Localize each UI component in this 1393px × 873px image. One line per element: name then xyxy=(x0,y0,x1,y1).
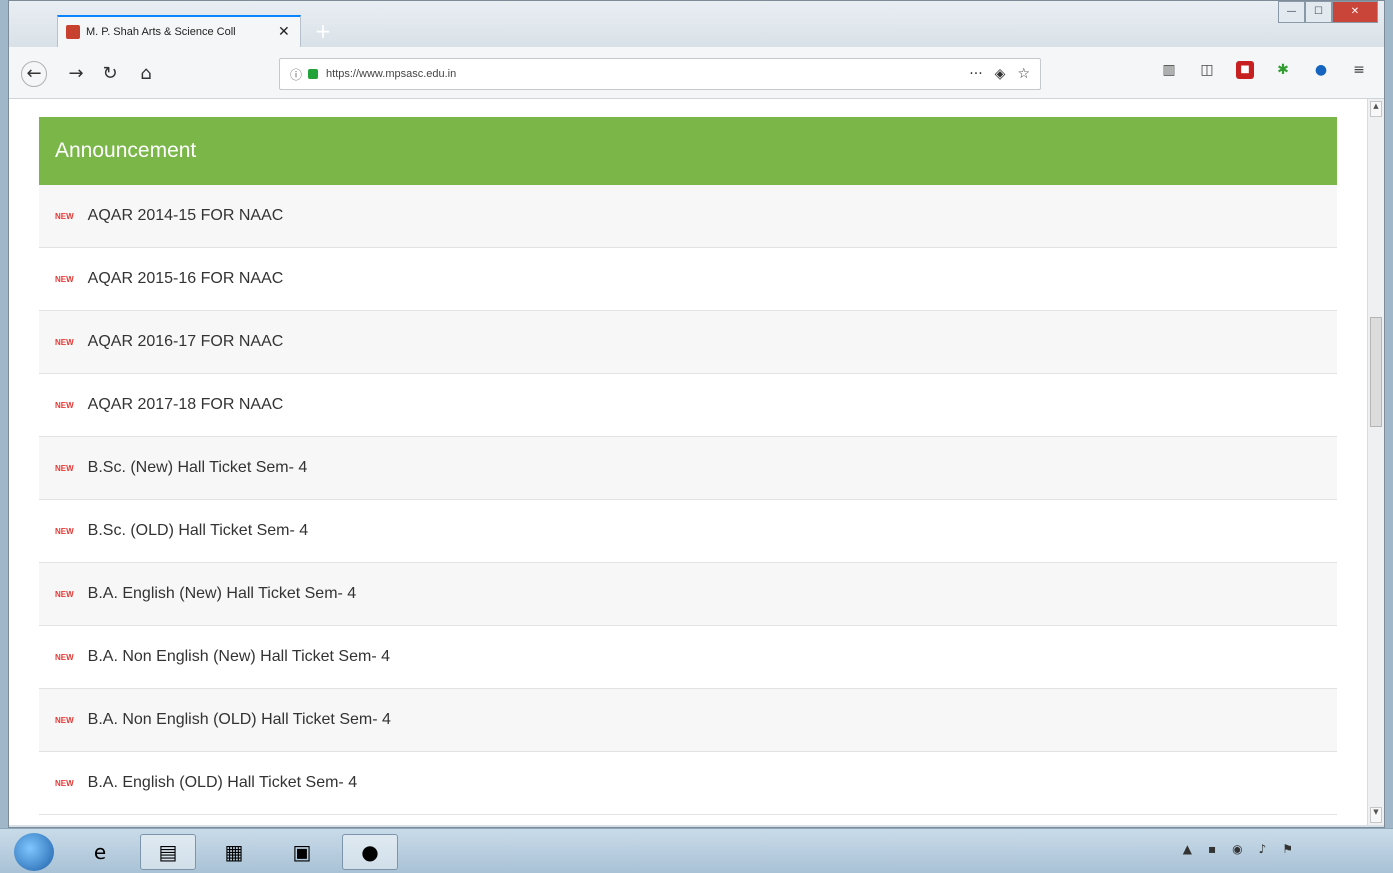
new-badge-icon: NEW xyxy=(55,463,74,473)
new-tab-button[interactable]: + xyxy=(309,19,337,43)
tray-arrow-icon[interactable]: ▲ xyxy=(1183,842,1192,856)
announcement-heading: Announcement xyxy=(39,117,1337,185)
extension-green-icon[interactable]: ✱ xyxy=(1274,61,1292,79)
announcement-panel: Announcement NEW AQAR 2014-15 FOR NAAC NEW… xyxy=(39,117,1337,815)
new-badge-icon: NEW xyxy=(55,211,74,221)
announcement-link[interactable]: AQAR 2016-17 FOR NAAC xyxy=(88,333,284,351)
bookmark-star-icon[interactable]: ☆ xyxy=(1017,66,1030,82)
browser-window: M. P. Shah Arts & Science Coll ✕ + — ☐ ✕… xyxy=(8,0,1385,828)
start-button[interactable] xyxy=(14,833,54,871)
ie-taskbar-icon[interactable]: e xyxy=(72,834,128,870)
browser-tab[interactable]: M. P. Shah Arts & Science Coll ✕ xyxy=(57,15,301,47)
scroll-up-icon[interactable]: ▲ xyxy=(1370,101,1382,117)
announcement-item[interactable]: NEW AQAR 2014-15 FOR NAAC xyxy=(39,185,1337,248)
url-text[interactable]: https://www.mpsasc.edu.in xyxy=(326,68,456,80)
vertical-scrollbar[interactable]: ▲ ▼ xyxy=(1367,99,1384,825)
urlbar-actions: ··· ◈ ☆ xyxy=(969,66,1030,82)
system-tray: ▲ ▪ ◉ ♪ ⚑ xyxy=(1183,842,1293,856)
scroll-down-icon[interactable]: ▼ xyxy=(1370,807,1382,823)
explorer-taskbar-icon[interactable]: ▤ xyxy=(140,834,196,870)
lock-icon[interactable] xyxy=(308,69,319,79)
tab-title: M. P. Shah Arts & Science Coll xyxy=(86,26,236,38)
tray-app-icon[interactable]: ▪ xyxy=(1208,842,1216,856)
navigation-toolbar: ← → ↻ ⌂ ⓘ https://www.mpsasc.edu.in ··· … xyxy=(9,47,1384,99)
announcement-item[interactable]: NEW B.A. Non English (New) Hall Ticket Se… xyxy=(39,626,1337,689)
toolbar-extensions: ▥ ◫ ■ ✱ ● ≡ xyxy=(1160,61,1368,79)
sidebar-icon[interactable]: ◫ xyxy=(1198,61,1216,79)
window-controls: — ☐ ✕ xyxy=(1278,1,1378,23)
announcement-item[interactable]: NEW AQAR 2015-16 FOR NAAC xyxy=(39,248,1337,311)
announcement-link[interactable]: AQAR 2015-16 FOR NAAC xyxy=(88,270,284,288)
announcement-item[interactable]: NEW B.Sc. (New) Hall Ticket Sem- 4 xyxy=(39,437,1337,500)
tray-network-icon[interactable]: ◉ xyxy=(1232,842,1242,856)
announcement-item[interactable]: NEW B.A. English (New) Hall Ticket Sem- 4 xyxy=(39,563,1337,626)
announcement-item[interactable]: NEW B.A. Non English (OLD) Hall Ticket Se… xyxy=(39,689,1337,752)
forward-button[interactable]: → xyxy=(63,61,89,87)
home-button[interactable]: ⌂ xyxy=(133,61,159,87)
tray-volume-icon[interactable]: ♪ xyxy=(1259,842,1267,856)
new-badge-icon: NEW xyxy=(55,274,74,284)
announcement-list: NEW AQAR 2014-15 FOR NAAC NEW AQAR 2015-16 … xyxy=(39,185,1337,815)
address-bar[interactable]: ⓘ https://www.mpsasc.edu.in ··· ◈ ☆ xyxy=(279,58,1041,90)
extension-red-icon[interactable]: ■ xyxy=(1236,61,1254,79)
announcement-link[interactable]: B.A. English (OLD) Hall Ticket Sem- 4 xyxy=(88,774,357,792)
announcement-link[interactable]: AQAR 2014-15 FOR NAAC xyxy=(88,207,284,225)
app-taskbar-icon[interactable]: ▦ xyxy=(206,834,262,870)
tray-flag-icon[interactable]: ⚑ xyxy=(1282,842,1293,856)
announcement-link[interactable]: B.A. English (New) Hall Ticket Sem- 4 xyxy=(88,585,357,603)
media-taskbar-icon[interactable]: ▣ xyxy=(274,834,330,870)
close-window-button[interactable]: ✕ xyxy=(1332,1,1378,23)
info-icon[interactable]: ⓘ xyxy=(290,66,302,83)
page-viewport: Announcement NEW AQAR 2014-15 FOR NAAC NEW… xyxy=(9,99,1369,825)
new-badge-icon: NEW xyxy=(55,400,74,410)
announcement-link[interactable]: B.A. Non English (New) Hall Ticket Sem- … xyxy=(88,648,390,666)
announcement-item[interactable]: NEW AQAR 2016-17 FOR NAAC xyxy=(39,311,1337,374)
title-bar: M. P. Shah Arts & Science Coll ✕ + — ☐ ✕ xyxy=(9,1,1384,47)
extension-blue-icon[interactable]: ● xyxy=(1312,61,1330,79)
library-icon[interactable]: ▥ xyxy=(1160,61,1178,79)
new-badge-icon: NEW xyxy=(55,337,74,347)
maximize-button[interactable]: ☐ xyxy=(1305,1,1332,23)
announcement-link[interactable]: B.Sc. (New) Hall Ticket Sem- 4 xyxy=(88,459,308,477)
announcement-link[interactable]: AQAR 2017-18 FOR NAAC xyxy=(88,396,284,414)
pocket-icon[interactable]: ◈ xyxy=(995,66,1006,82)
scrollbar-thumb[interactable] xyxy=(1370,317,1382,427)
page-actions-icon[interactable]: ··· xyxy=(969,66,982,82)
minimize-button[interactable]: — xyxy=(1278,1,1305,23)
reload-button[interactable]: ↻ xyxy=(97,61,123,87)
announcement-link[interactable]: B.Sc. (OLD) Hall Ticket Sem- 4 xyxy=(88,522,309,540)
announcement-link[interactable]: B.A. Non English (OLD) Hall Ticket Sem- … xyxy=(88,711,391,729)
firefox-taskbar-icon[interactable]: ● xyxy=(342,834,398,870)
taskbar: e ▤ ▦ ▣ ● ▲ ▪ ◉ ♪ ⚑ xyxy=(0,828,1393,873)
new-badge-icon: NEW xyxy=(55,652,74,662)
close-tab-icon[interactable]: ✕ xyxy=(278,24,290,40)
new-badge-icon: NEW xyxy=(55,715,74,725)
announcement-item[interactable]: NEW B.A. English (OLD) Hall Ticket Sem- 4 xyxy=(39,752,1337,815)
new-badge-icon: NEW xyxy=(55,589,74,599)
announcement-item[interactable]: NEW B.Sc. (OLD) Hall Ticket Sem- 4 xyxy=(39,500,1337,563)
site-favicon-icon xyxy=(66,25,80,39)
new-badge-icon: NEW xyxy=(55,526,74,536)
menu-icon[interactable]: ≡ xyxy=(1350,61,1368,79)
new-badge-icon: NEW xyxy=(55,778,74,788)
announcement-item[interactable]: NEW AQAR 2017-18 FOR NAAC xyxy=(39,374,1337,437)
back-button[interactable]: ← xyxy=(21,61,47,87)
